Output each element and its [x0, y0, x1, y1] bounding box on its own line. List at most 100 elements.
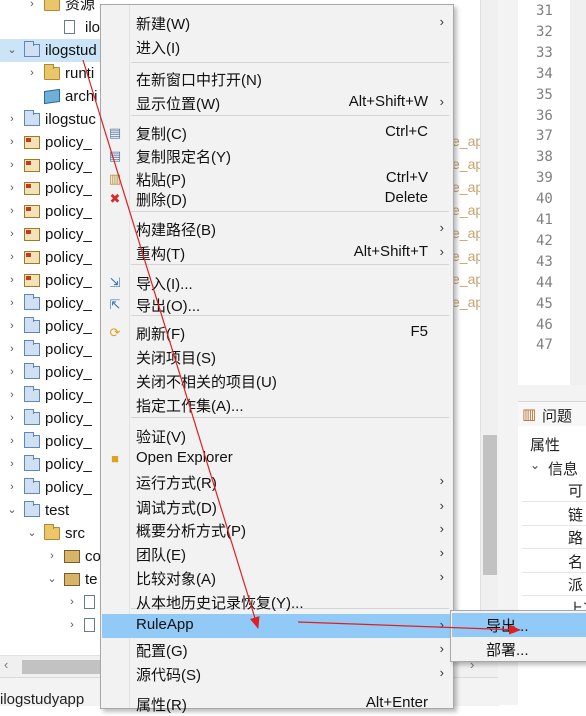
- menu-item-导出[interactable]: ⇱ 导出(O)...: [102, 293, 452, 317]
- property-row[interactable]: 可: [522, 478, 586, 502]
- menu-item-open-explorer[interactable]: ■ Open Explorer: [102, 447, 452, 471]
- line-number: 31: [536, 3, 553, 19]
- package-icon: [64, 550, 80, 563]
- menu-item-调试方式[interactable]: 调试方式(D) ›: [102, 495, 452, 519]
- menu-item-label: 概要分析方式(P): [136, 523, 246, 540]
- collapse-chevron-icon[interactable]: ›: [6, 200, 18, 223]
- menu-item-从本地历史记录恢复[interactable]: 从本地历史记录恢复(Y)...: [102, 590, 452, 614]
- menu-item-源代码[interactable]: 源代码(S) ›: [102, 662, 452, 686]
- menu-item-验证[interactable]: 验证(V): [102, 424, 452, 448]
- collapse-chevron-icon[interactable]: ›: [6, 476, 18, 499]
- menu-item-指定工作集[interactable]: 指定工作集(A)...: [102, 393, 452, 417]
- project-folder-icon: [24, 386, 40, 402]
- menu-item-显示位置[interactable]: 显示位置(W) Alt+Shift+W ›: [102, 91, 452, 115]
- property-name: 链: [568, 506, 584, 524]
- collapse-chevron-icon[interactable]: ›: [66, 614, 78, 637]
- menu-item-团队[interactable]: 团队(E) ›: [102, 542, 452, 566]
- explorer-icon: ■: [111, 451, 119, 466]
- menu-item-label: 团队(E): [136, 547, 186, 564]
- properties-group-label: 信息: [548, 461, 579, 478]
- chevron-down-icon[interactable]: ⌄: [530, 458, 540, 472]
- scrollbar-thumb[interactable]: [22, 660, 102, 674]
- editor-line-gutter: 31 32 33 34 35 36 37 38 39 40 41 42 43 44 45 46 47: [518, 0, 586, 385]
- collapse-chevron-icon[interactable]: ›: [26, 0, 38, 16]
- submenu-item-export[interactable]: 导出...: [452, 613, 586, 637]
- menu-item-shortcut: Ctrl+V: [385, 169, 428, 186]
- collapse-chevron-icon[interactable]: ›: [6, 292, 18, 315]
- collapse-chevron-icon[interactable]: ›: [6, 315, 18, 338]
- expand-chevron-icon[interactable]: ⌄: [6, 499, 18, 522]
- scrollbar-thumb[interactable]: [483, 435, 497, 575]
- menu-item-复制限定名[interactable]: ▤ 复制限定名(Y): [102, 144, 452, 168]
- project-folder-icon: [24, 110, 40, 126]
- collapse-chevron-icon[interactable]: ›: [6, 223, 18, 246]
- expand-chevron-icon[interactable]: ⌄: [26, 522, 38, 545]
- menu-item-label: 刷新(F): [136, 326, 186, 343]
- collapse-chevron-icon[interactable]: ›: [6, 338, 18, 361]
- obscured-row-text: e_ap: [452, 179, 484, 195]
- menu-item-刷新[interactable]: ⟳ 刷新(F) F5: [102, 321, 452, 345]
- submenu-arrow-icon: ›: [439, 641, 444, 656]
- collapse-chevron-icon[interactable]: ›: [6, 131, 18, 154]
- menu-separator: [131, 62, 449, 63]
- collapse-chevron-icon[interactable]: ›: [6, 177, 18, 200]
- menu-item-在新窗口中打开[interactable]: 在新窗口中打开(N): [102, 67, 452, 91]
- collapse-chevron-icon[interactable]: ›: [6, 430, 18, 453]
- property-row[interactable]: 名: [522, 549, 586, 573]
- submenu-item-deploy[interactable]: 部署...: [452, 637, 586, 661]
- menu-item-关闭项目[interactable]: 关闭项目(S): [102, 345, 452, 369]
- tree-vertical-scrollbar[interactable]: [480, 0, 499, 655]
- property-row[interactable]: 派: [522, 572, 586, 596]
- line-number: 46: [536, 316, 553, 333]
- menu-item-label: 进入(I): [136, 40, 181, 57]
- property-row[interactable]: 链: [522, 502, 586, 526]
- scroll-left-arrow-icon[interactable]: ‹: [4, 657, 8, 672]
- menu-item-重构[interactable]: 重构(T) Alt+Shift+T ›: [102, 241, 452, 265]
- menu-item-运行方式[interactable]: 运行方式(R) ›: [102, 470, 452, 494]
- collapse-chevron-icon[interactable]: ›: [26, 62, 38, 85]
- menu-item-删除[interactable]: ✖ 删除(D) Delete: [102, 187, 452, 211]
- policy-project-icon: [24, 228, 40, 241]
- submenu-arrow-icon: ›: [439, 545, 444, 560]
- menu-item-新建[interactable]: 新建(W) ›: [102, 11, 452, 35]
- collapse-chevron-icon[interactable]: ›: [6, 453, 18, 476]
- collapse-chevron-icon[interactable]: ›: [6, 384, 18, 407]
- collapse-chevron-icon[interactable]: ›: [46, 545, 58, 568]
- export-icon: ⇱: [109, 297, 121, 312]
- collapse-chevron-icon[interactable]: ›: [6, 361, 18, 384]
- project-folder-icon: [24, 478, 40, 494]
- collapse-chevron-icon[interactable]: ›: [6, 154, 18, 177]
- tree-row[interactable]: ⌄ ilogstud: [0, 39, 100, 62]
- menu-item-属性[interactable]: 属性(R) Alt+Enter: [102, 692, 452, 716]
- obscured-row-text: e_ap: [452, 294, 484, 310]
- expand-chevron-icon[interactable]: ⌄: [46, 568, 58, 591]
- collapse-chevron-icon[interactable]: ›: [6, 407, 18, 430]
- menu-item-导入[interactable]: ⇲ 导入(I)...: [102, 271, 452, 295]
- menu-item-shortcut: Ctrl+C: [385, 123, 428, 140]
- menu-separator: [131, 211, 449, 212]
- menu-item-概要分析方式[interactable]: 概要分析方式(P) ›: [102, 518, 452, 542]
- menu-item-label: 关闭不相关的项目(U): [136, 374, 277, 391]
- menu-item-label: 比较对象(A): [136, 571, 216, 588]
- tree-row-label: src: [65, 525, 85, 542]
- menu-item-进入[interactable]: 进入(I): [102, 35, 452, 59]
- expand-chevron-icon[interactable]: ⌄: [6, 39, 18, 62]
- collapse-chevron-icon[interactable]: ›: [66, 591, 78, 614]
- menu-item-关闭不相关的项目[interactable]: 关闭不相关的项目(U): [102, 369, 452, 393]
- problems-tab[interactable]: ▥ 问题: [518, 402, 586, 426]
- menu-item-配置[interactable]: 配置(G) ›: [102, 638, 452, 662]
- line-number: 34: [536, 65, 553, 82]
- pane-divider[interactable]: [498, 0, 518, 705]
- obscured-row-text: e_ap: [452, 156, 484, 172]
- tree-row-label: policy_: [45, 134, 92, 151]
- menu-item-复制[interactable]: ▤ 复制(C) Ctrl+C: [102, 121, 452, 145]
- menu-item-比较对象[interactable]: 比较对象(A) ›: [102, 566, 452, 590]
- collapse-chevron-icon[interactable]: ›: [6, 246, 18, 269]
- collapse-chevron-icon[interactable]: ›: [6, 108, 18, 131]
- property-row[interactable]: 路: [522, 525, 586, 549]
- menu-item-ruleapp[interactable]: RuleApp ›: [102, 614, 452, 638]
- pane-gap: [518, 385, 586, 401]
- menu-item-label: 重构(T): [136, 246, 186, 263]
- menu-item-构建路径[interactable]: 构建路径(B) ›: [102, 217, 452, 241]
- collapse-chevron-icon[interactable]: ›: [6, 269, 18, 292]
